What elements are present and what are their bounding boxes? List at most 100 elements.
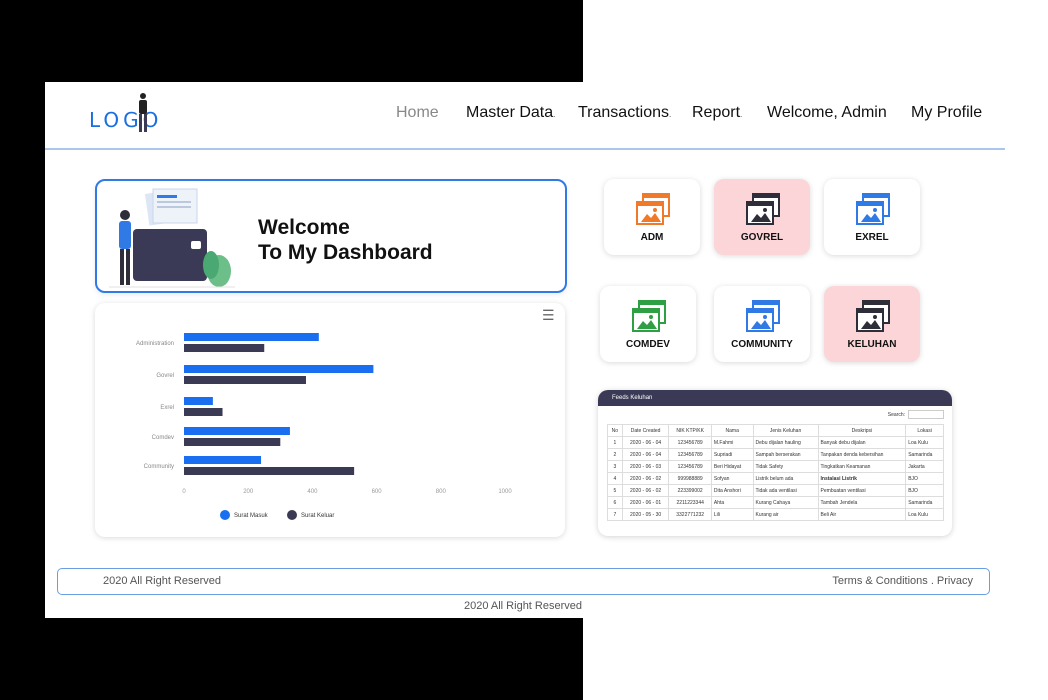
table-cell: Kurang air — [752, 508, 819, 521]
table-cell: Sofyan — [710, 472, 754, 485]
table-cell: BJO — [905, 472, 944, 485]
table-cell: 2020 - 06 - 02 — [621, 484, 670, 497]
dropdown-dot-icon: . — [740, 110, 743, 119]
x-tick-label: 200 — [243, 489, 254, 495]
table-cell: Beli Air — [817, 508, 907, 521]
table-cell: BJO — [905, 484, 944, 497]
bar — [184, 365, 374, 373]
category-label: Administration — [136, 341, 174, 347]
table-cell: Samarinda — [905, 448, 944, 461]
nav-master-data[interactable]: Master Data. — [466, 104, 555, 122]
image-folder-icon — [636, 193, 670, 225]
legend-marker — [220, 510, 230, 520]
table-cell: Tidak Safety — [752, 460, 819, 473]
table-row: 5 2020 - 06 - 02 223399002 Dita Anshori Tida… — [607, 484, 944, 497]
table-cell: 2020 - 06 - 03 — [621, 460, 670, 473]
search-input[interactable] — [908, 410, 944, 419]
tile-label: GOVREL — [740, 232, 784, 243]
logo-person-icon — [139, 93, 147, 132]
table-cell: Tingkatkan Keamanan — [817, 460, 907, 473]
terms-privacy-link[interactable]: Terms & Conditions . Privacy — [832, 575, 973, 587]
image-folder-icon — [746, 300, 780, 332]
table-cell: Debu dijalan hauling — [752, 436, 819, 449]
table-cell: 2020 - 06 - 01 — [621, 496, 670, 509]
table-cell: Supriadi — [710, 448, 754, 461]
table-cell: 123456789 — [668, 436, 712, 449]
tile-exrel[interactable]: EXREL — [824, 179, 920, 255]
dropdown-dot-icon: . — [669, 110, 672, 119]
table-row: 2 2020 - 06 - 04 123456789 Supriadi Sampah b… — [607, 448, 944, 461]
bar — [184, 408, 223, 416]
table-cell: 123456789 — [668, 460, 712, 473]
bar — [184, 456, 262, 464]
table-row: 1 2020 - 06 - 04 123456789 M.Fahmi Debu dija… — [607, 436, 944, 449]
table-cell: Banyak debu dijalan — [817, 436, 907, 449]
bar — [184, 467, 355, 475]
category-label: Govrel — [156, 373, 174, 379]
table-row: 4 2020 - 06 - 02 999988889 Sofyan Listrik be… — [607, 472, 944, 485]
table-cell: 999988889 — [668, 472, 712, 485]
table-cell: 3 — [607, 460, 623, 473]
table-cell: Lili — [710, 508, 754, 521]
table-cell: Loa Kulu — [905, 508, 944, 521]
table-cell: Listrik belum ada — [752, 472, 819, 485]
table-cell: 2020 - 05 - 30 — [621, 508, 670, 521]
tile-comdev[interactable]: COMDEV — [600, 286, 696, 362]
table-cell: 1 — [607, 436, 623, 449]
welcome-card: Welcome To My Dashboard — [95, 179, 567, 293]
nav-my-profile[interactable]: My Profile — [911, 104, 982, 122]
nav-home[interactable]: Home — [396, 104, 439, 122]
tile-label: KELUHAN — [847, 339, 897, 350]
x-tick-label: 1000 — [498, 489, 512, 495]
bar-chart: Administration Govrel Exrel Comdev Community… — [136, 333, 512, 520]
table-cell: Tanpakan denda kebersihan — [817, 448, 907, 461]
table-cell: Tambah Jendela — [817, 496, 907, 509]
footer-bottom-copyright: 2020 All Right Reserved — [463, 600, 582, 612]
welcome-title: Welcome To My Dashboard — [258, 215, 433, 265]
feeds-table: No Date Created NIK KTP/KK Nama Jenis Keluha… — [607, 424, 944, 521]
feeds-keluhan-card: Feeds Keluhan Search: No Date Created NIK … — [598, 390, 952, 536]
tile-adm[interactable]: ADM — [604, 179, 700, 255]
tile-keluhan[interactable]: KELUHAN — [824, 286, 920, 362]
nav-welcome-admin[interactable]: Welcome, Admin — [767, 104, 887, 122]
table-cell: Sampah berserakan — [752, 448, 819, 461]
hamburger-menu-icon[interactable]: ☰ — [542, 307, 555, 324]
bar — [184, 427, 290, 435]
table-header-cell[interactable]: Jenis Keluhan — [752, 424, 819, 437]
table-cell: 123456789 — [668, 448, 712, 461]
x-tick-label: 400 — [307, 489, 318, 495]
table-cell: 2211223344 — [668, 496, 712, 509]
tile-label: EXREL — [855, 232, 889, 243]
table-header-cell[interactable]: Date Created — [621, 424, 670, 437]
table-cell: Jakarta — [905, 460, 944, 473]
table-header-cell[interactable]: Deskripsi — [817, 424, 907, 437]
welcome-illustration — [109, 188, 235, 288]
legend-label: Surat Keluar — [301, 513, 334, 519]
table-cell: 2020 - 06 - 04 — [621, 448, 670, 461]
table-cell: 5 — [607, 484, 623, 497]
tile-label: COMMUNITY — [731, 339, 793, 350]
tile-community[interactable]: COMMUNITY — [714, 286, 810, 362]
x-tick-label: 800 — [436, 489, 447, 495]
bar-chart-card: ☰ Administration Govrel Exrel Comdev Communi… — [95, 303, 565, 537]
table-cell: Loa Kulu — [905, 436, 944, 449]
bar — [184, 438, 281, 446]
welcome-line-2: To My Dashboard — [258, 241, 433, 264]
search-label: Search: — [887, 411, 905, 418]
logo[interactable]: LOGO — [85, 92, 165, 136]
table-cell: Ahta — [710, 496, 754, 509]
table-cell: Kurang Cahaya — [752, 496, 819, 509]
table-row: 6 2020 - 06 - 01 2211223344 Ahta Kurang Caha… — [607, 496, 944, 509]
tile-govrel[interactable]: GOVREL — [714, 179, 810, 255]
nav-report[interactable]: Report. — [692, 104, 742, 122]
table-cell: 2020 - 06 - 02 — [621, 472, 670, 485]
table-header-cell[interactable]: Lokasi — [905, 424, 944, 437]
table-header-cell[interactable]: NIK KTP/KK — [668, 424, 712, 437]
nav-transactions[interactable]: Transactions. — [578, 104, 671, 122]
table-cell: 2020 - 06 - 04 — [621, 436, 670, 449]
table-cell: Tidak ada ventilasi — [752, 484, 819, 497]
table-header-cell[interactable]: Nama — [710, 424, 754, 437]
category-label: Community — [144, 464, 174, 470]
table-cell: 223399002 — [668, 484, 712, 497]
table-header-cell[interactable]: No — [607, 424, 623, 437]
